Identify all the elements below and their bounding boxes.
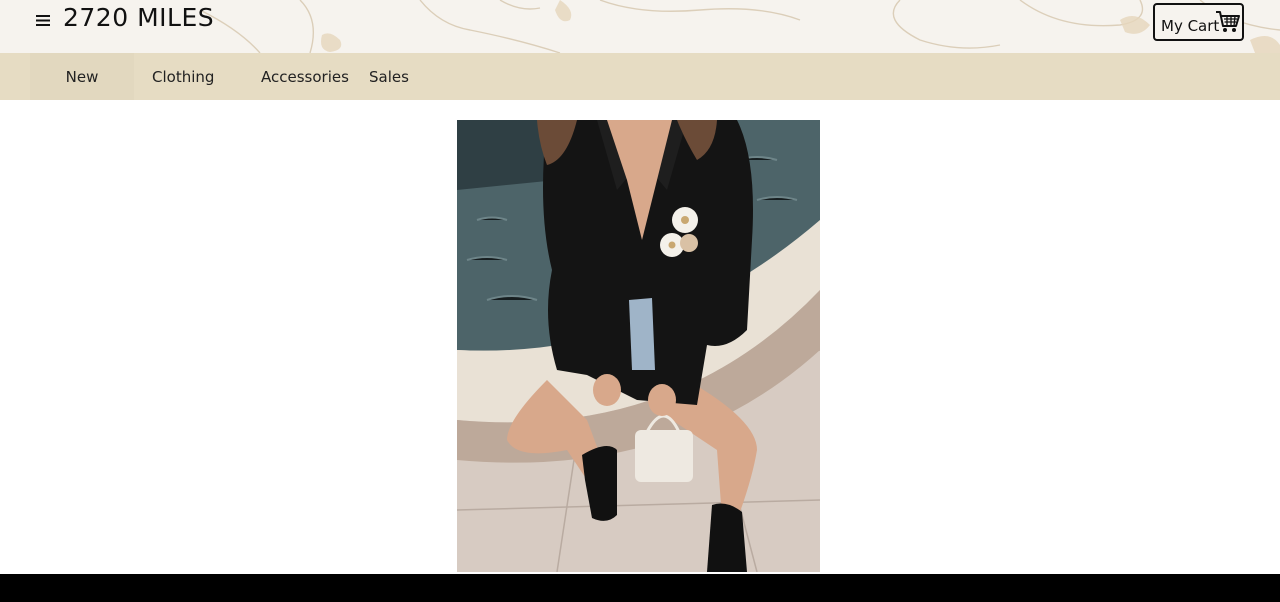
nav-item-new[interactable]: New [30, 53, 134, 100]
footer-bar [0, 574, 1280, 602]
nav-item-clothing[interactable]: Clothing [152, 53, 214, 100]
cart-label: My Cart [1161, 17, 1220, 35]
shopping-cart-icon [1216, 11, 1240, 32]
hamburger-menu-icon [36, 15, 50, 26]
nav-item-accessories[interactable]: Accessories [261, 53, 349, 100]
hamburger-menu-button[interactable] [33, 10, 53, 30]
my-cart-button[interactable]: My Cart [1153, 3, 1244, 41]
fashion-photo-illustration [457, 120, 820, 572]
nav-item-sales[interactable]: Sales [369, 53, 409, 100]
site-header: 2720 MILES My Cart [0, 0, 1280, 53]
brand-logo[interactable]: 2720 MILES [63, 3, 214, 32]
main-nav: New Clothing Accessories Sales [0, 53, 1280, 100]
product-photo[interactable] [457, 120, 820, 572]
